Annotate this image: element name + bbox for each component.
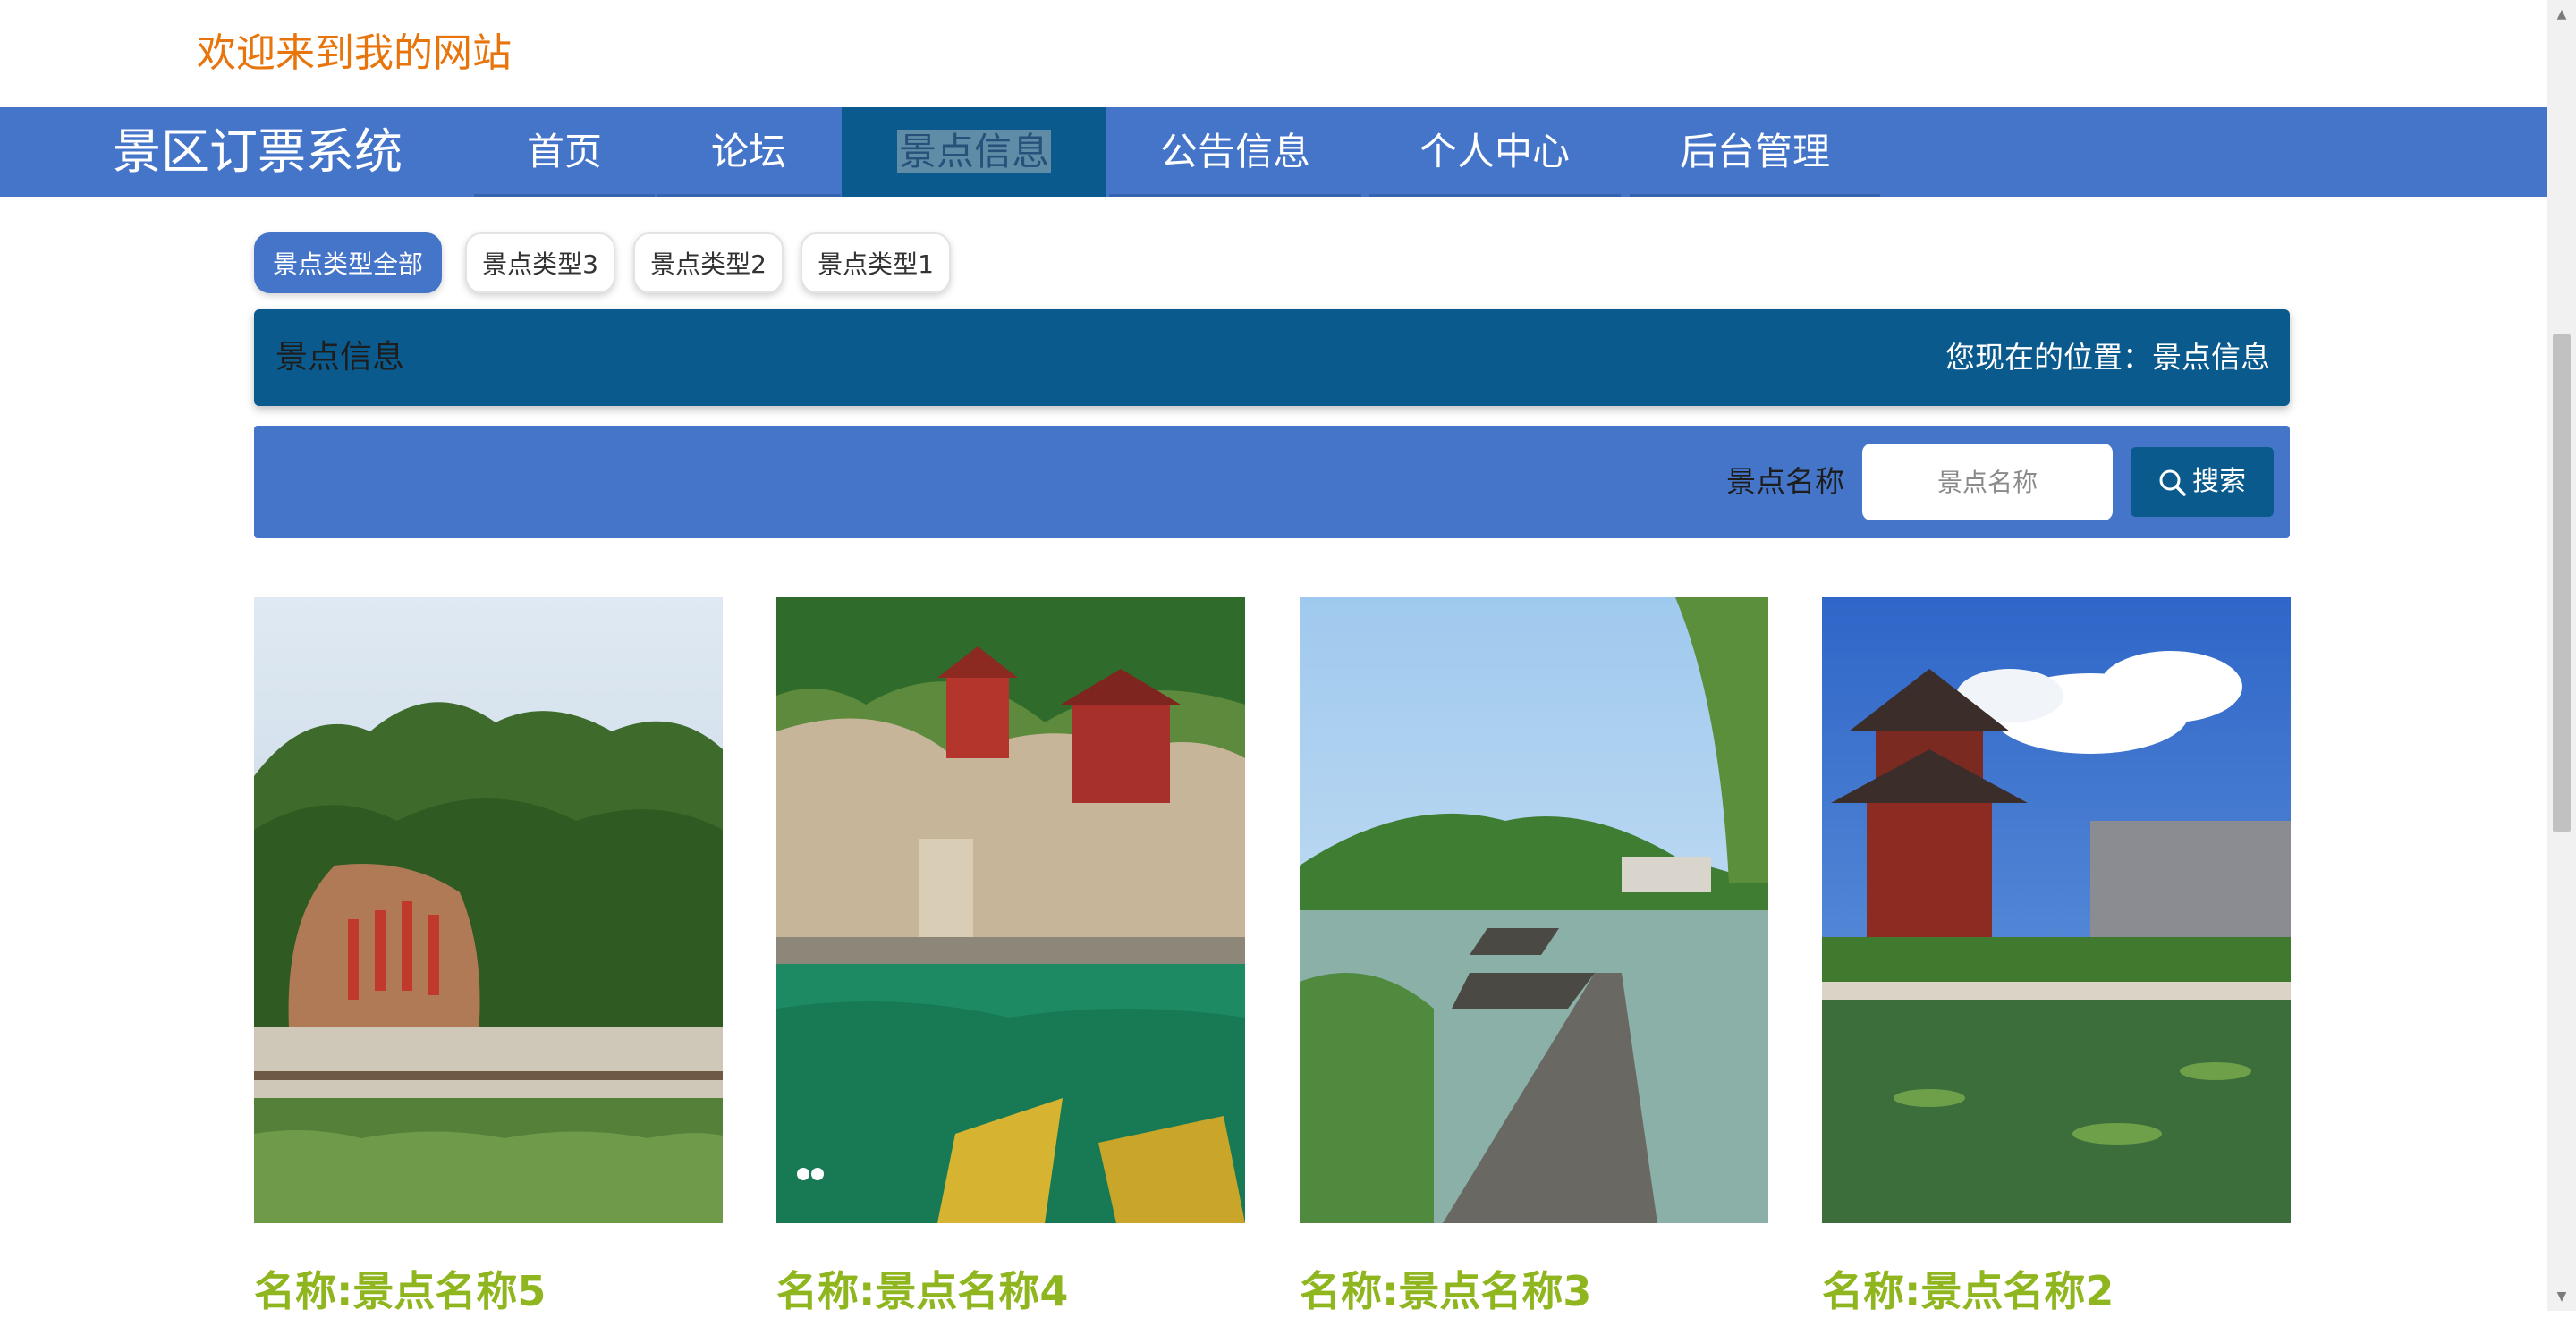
nav-item-attractions[interactable]: 景点信息: [842, 107, 1106, 197]
nav-item-label: 首页: [526, 130, 602, 173]
filter-type-3[interactable]: 景点类型3: [465, 232, 615, 293]
filter-type-1[interactable]: 景点类型1: [801, 232, 951, 293]
filter-type-2[interactable]: 景点类型2: [633, 232, 784, 293]
brand-title[interactable]: 景区订票系统: [113, 107, 402, 197]
welcome-text: 欢迎来到我的网站: [197, 30, 512, 76]
scroll-up-arrow-icon[interactable]: ▲: [2547, 0, 2576, 29]
attraction-image[interactable]: [1822, 597, 2291, 1223]
nav-item-label: 个人中心: [1419, 130, 1570, 173]
nav-item-label: 公告信息: [1159, 130, 1310, 173]
main-navbar: 景区订票系统 首页 论坛 景点信息 公告信息 个人中心 后台管理: [0, 107, 2547, 197]
section-title-bar: 景点信息 您现在的位置：景点信息: [254, 309, 2290, 406]
attraction-image[interactable]: [1300, 597, 1768, 1223]
nav-item-label: 后台管理: [1679, 130, 1830, 173]
nav-item-announcements[interactable]: 公告信息: [1109, 107, 1361, 197]
nav-item-admin[interactable]: 后台管理: [1630, 107, 1880, 197]
attraction-name[interactable]: 名称:景点名称4: [776, 1259, 1068, 1318]
nav-item-home[interactable]: 首页: [474, 107, 655, 197]
nav-item-label: 景点信息: [896, 130, 1051, 173]
nav-item-forum[interactable]: 论坛: [657, 107, 841, 197]
attraction-name[interactable]: 名称:景点名称2: [1822, 1259, 2114, 1318]
filter-type-all[interactable]: 景点类型全部: [254, 232, 442, 293]
breadcrumb-location: 您现在的位置：景点信息: [1945, 340, 2270, 375]
search-bar: 景点名称 搜索: [254, 426, 2290, 538]
search-button[interactable]: 搜索: [2131, 447, 2274, 517]
attraction-name[interactable]: 名称:景点名称5: [254, 1259, 546, 1318]
attraction-name[interactable]: 名称:景点名称3: [1300, 1259, 1591, 1318]
attraction-image[interactable]: [776, 597, 1245, 1223]
scrollbar-thumb[interactable]: [2553, 334, 2571, 832]
section-title: 景点信息: [275, 339, 405, 376]
scroll-down-arrow-icon[interactable]: ▼: [2547, 1282, 2576, 1311]
search-label: 景点名称: [1726, 464, 1844, 499]
search-button-label: 搜索: [2192, 466, 2246, 497]
search-input[interactable]: [1862, 444, 2113, 520]
nav-item-label: 论坛: [710, 130, 786, 173]
search-icon: [2159, 469, 2186, 496]
attraction-image[interactable]: [254, 597, 723, 1223]
nav-item-personal-center[interactable]: 个人中心: [1368, 107, 1621, 197]
page-scrollbar[interactable]: ▲ ▼: [2547, 0, 2576, 1311]
